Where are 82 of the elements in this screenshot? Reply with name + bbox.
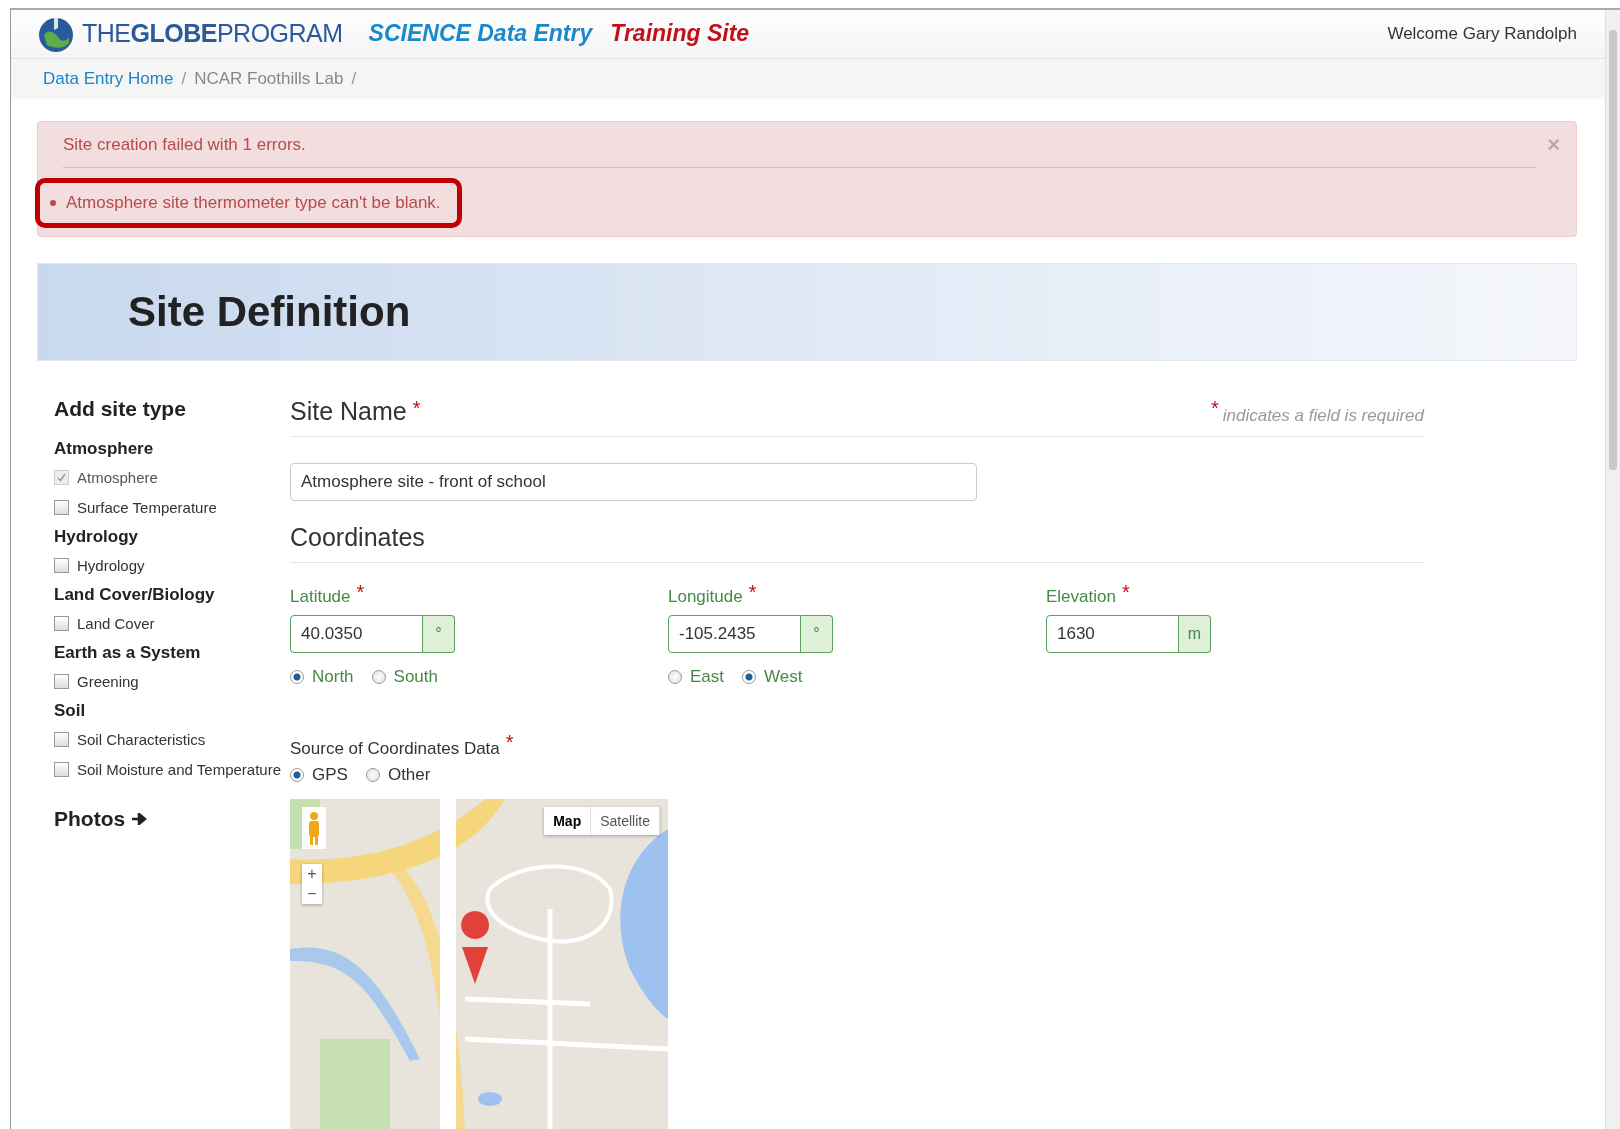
- group-heading: Land Cover/Biology: [54, 585, 216, 605]
- site-label: Training Site: [610, 20, 750, 48]
- section-heading: Site Name: [290, 397, 407, 426]
- bullet-icon: [50, 200, 56, 206]
- radio-label: GPS: [312, 765, 348, 785]
- required-mark: *: [1121, 581, 1130, 604]
- error-item: Atmosphere site thermometer type can't be blank.: [66, 193, 441, 213]
- map-type-tab[interactable]: Map: [544, 807, 592, 835]
- unit-addon: °: [801, 615, 833, 653]
- checkbox[interactable]: [54, 557, 69, 573]
- radio-label: East: [690, 667, 725, 687]
- group-heading: Earth as a System: [54, 643, 202, 663]
- radio-label: North: [312, 667, 354, 687]
- zoom-in-button[interactable]: +: [302, 864, 322, 884]
- checkbox-label: Soil Moisture and Temperature: [77, 760, 281, 778]
- unit-addon: °: [423, 615, 455, 653]
- breadcrumb-separator: /: [351, 68, 357, 89]
- group-heading: Hydrology: [54, 527, 140, 547]
- radio-option[interactable]: South: [371, 667, 438, 687]
- checkbox[interactable]: [54, 615, 69, 631]
- checkbox[interactable]: [54, 499, 69, 515]
- alert-message: Site creation failed with 1 errors.: [63, 135, 306, 154]
- radio-button[interactable]: [668, 670, 682, 684]
- required-mark: *: [748, 581, 757, 604]
- radio-label: Other: [387, 765, 431, 785]
- radio-option[interactable]: East: [668, 667, 725, 687]
- checkbox-label: Atmosphere: [77, 468, 158, 486]
- map-type-tab[interactable]: Satellite: [591, 807, 660, 835]
- page-title: Site Definition: [128, 288, 411, 336]
- radio-label: West: [764, 667, 803, 687]
- zoom-out-button[interactable]: −: [302, 884, 322, 904]
- radio-button[interactable]: [290, 670, 304, 684]
- breadcrumb-link[interactable]: Data Entry Home: [43, 68, 174, 89]
- checkbox-label: Soil Characteristics: [77, 730, 206, 748]
- app-title: SCIENCE Data Entry: [368, 20, 593, 48]
- radio-button[interactable]: [290, 768, 304, 782]
- coordinate-field[interactable]: 1630: [1046, 615, 1179, 653]
- coordinate-field[interactable]: 40.0350: [290, 615, 423, 653]
- required-mark: *: [1210, 397, 1219, 420]
- radio-button[interactable]: [742, 670, 757, 684]
- group-heading: Soil: [54, 701, 87, 721]
- checkbox-label: Hydrology: [77, 556, 145, 574]
- checkbox[interactable]: [54, 673, 69, 689]
- required-mark: *: [505, 731, 514, 754]
- group-heading: Atmosphere: [54, 439, 155, 459]
- required-mark: *: [412, 397, 421, 420]
- required-note: indicates a field is required: [1222, 406, 1424, 426]
- radio-option[interactable]: Other: [365, 765, 431, 785]
- coordinate-field[interactable]: -105.2435: [668, 615, 801, 653]
- logo-text: THEGLOBEPROGRAM: [82, 19, 343, 49]
- section-heading: Coordinates: [290, 523, 425, 552]
- checkbox-option[interactable]: Land Cover: [54, 611, 290, 635]
- radio-option[interactable]: GPS: [290, 765, 348, 785]
- field-label: Source of Coordinates Data: [290, 739, 500, 759]
- breadcrumb-item: NCAR Foothills Lab: [194, 68, 344, 89]
- radio-button[interactable]: [365, 768, 380, 782]
- required-mark: *: [356, 581, 365, 604]
- checkbox-option[interactable]: Surface Temperature: [54, 495, 290, 519]
- unit-addon: m: [1179, 615, 1211, 653]
- welcome-text: Welcome Gary Randolph: [1387, 23, 1577, 44]
- site-name-field[interactable]: Atmosphere site - front of school: [290, 463, 977, 501]
- checkbox-option[interactable]: Hydrology: [54, 553, 290, 577]
- checkbox-label: Land Cover: [77, 614, 155, 632]
- radio-option[interactable]: North: [290, 667, 354, 687]
- radio-button[interactable]: [371, 670, 386, 684]
- breadcrumb-separator: /: [181, 68, 187, 89]
- radio-option[interactable]: West: [742, 667, 803, 687]
- checkbox[interactable]: [54, 731, 69, 747]
- radio-label: South: [393, 667, 438, 687]
- field-label: Longitude: [668, 587, 743, 607]
- checkbox-option[interactable]: Soil Characteristics: [54, 727, 290, 751]
- checkbox-label: Greening: [77, 672, 139, 690]
- arrow-right-icon: [131, 813, 148, 825]
- checkbox-option[interactable]: Greening: [54, 669, 290, 693]
- sidebar-title: Add site type: [54, 397, 187, 421]
- field-label: Latitude: [290, 587, 351, 607]
- checkbox-label: Surface Temperature: [77, 498, 217, 516]
- photos-link[interactable]: Photos: [54, 807, 290, 831]
- person-icon[interactable]: [302, 807, 326, 849]
- field-label: Elevation: [1046, 587, 1116, 607]
- checkbox-option[interactable]: Soil Moisture and Temperature: [54, 757, 290, 781]
- checkbox[interactable]: [54, 761, 69, 777]
